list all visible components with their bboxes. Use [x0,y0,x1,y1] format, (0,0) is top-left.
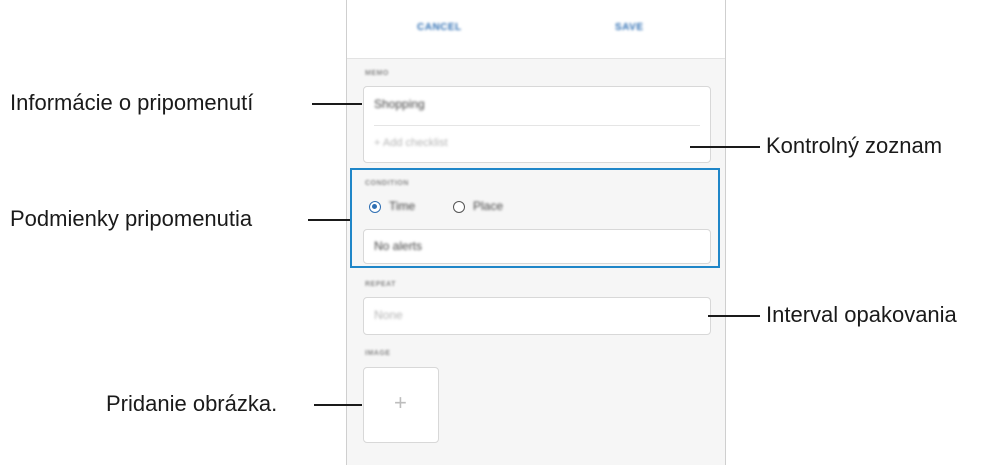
callout-checklist: Kontrolný zoznam [766,133,943,158]
callout-line-repeat-interval [708,315,760,317]
add-image-button[interactable]: + [363,367,439,443]
callout-line-conditions [308,219,350,221]
callout-line-add-image [314,404,362,406]
callout-add-image: Pridanie obrázka. [106,391,278,416]
memo-card: Shopping + Add checklist [363,86,711,163]
add-checklist-label: Add checklist [382,137,448,149]
repeat-section-label: REPEAT [365,281,396,288]
callout-line-reminder-info [312,103,362,105]
conditions-highlight-frame [350,168,720,268]
callout-reminder-info: Informácie o pripomenutí [10,90,254,115]
memo-input[interactable]: Shopping [374,97,425,111]
callout-conditions: Podmienky pripomenutia [10,206,253,231]
cancel-button[interactable]: CANCEL [417,22,462,33]
add-checklist-button[interactable]: + Add checklist [374,137,448,149]
plus-icon: + [374,137,383,149]
memo-divider [374,125,700,126]
callout-line-checklist [690,146,760,148]
add-image-plus-icon: + [394,390,407,415]
top-action-bar: CANCEL SAVE [347,0,725,59]
repeat-value: None [374,308,403,322]
memo-section-label: MEMO [365,70,389,77]
image-section-label: IMAGE [365,350,391,357]
callout-repeat-interval: Interval opakovania [766,302,957,327]
save-button[interactable]: SAVE [615,22,644,33]
repeat-field[interactable]: None [363,297,711,335]
